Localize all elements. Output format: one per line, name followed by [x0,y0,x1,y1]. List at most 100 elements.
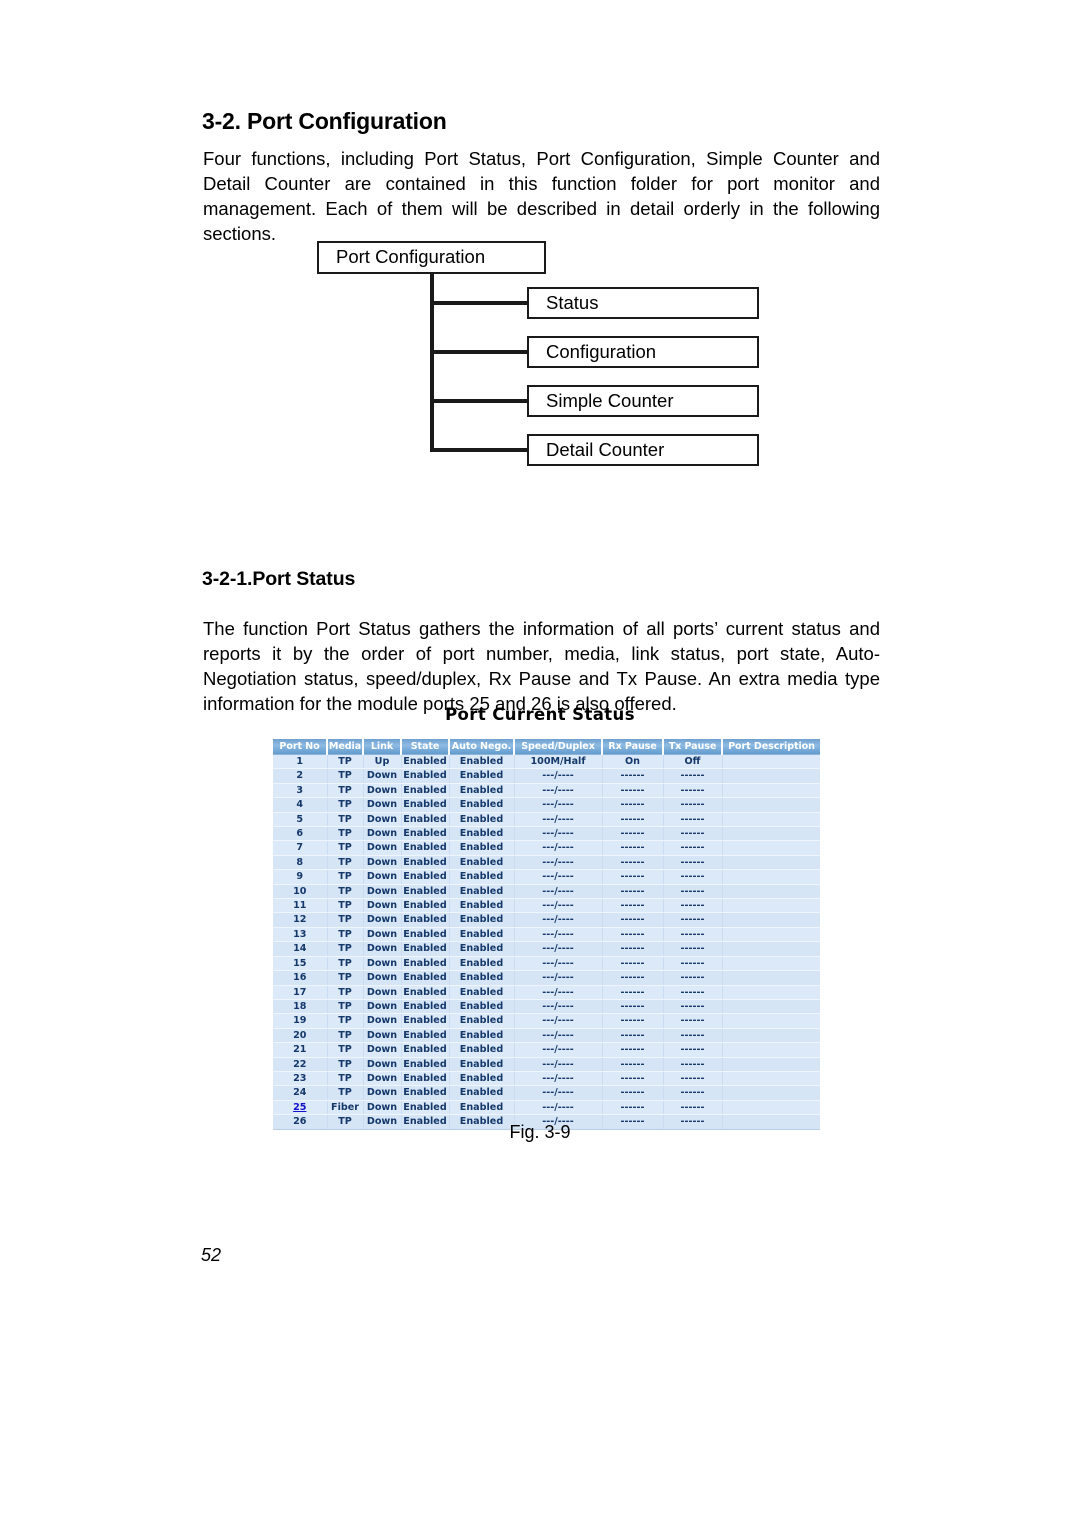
cell-link: Down [363,783,402,799]
table-row: 13 TP Down Enabled Enabled ---/---- ------ ----… [273,927,820,943]
cell-tx-pause: ------ [663,869,723,885]
cell-port-no: 15 [273,956,328,972]
table-row: 18 TP Down Enabled Enabled ---/---- ------ ----… [273,999,820,1015]
cell-state: Enabled [401,783,450,799]
cell-rx-pause: On [602,754,664,770]
cell-port-description [722,1013,820,1029]
cell-link: Up [363,754,402,770]
cell-link: Down [363,1071,402,1087]
column-header-speed-duplex[interactable]: Speed/Duplex [514,739,603,755]
cell-port-description [722,1071,820,1087]
cell-tx-pause: ------ [663,1100,723,1116]
column-header-state[interactable]: State [401,739,450,755]
cell-tx-pause: ------ [663,855,723,871]
cell-port-no: 7 [273,840,328,856]
cell-link: Down [363,1042,402,1058]
cell-rx-pause: ------ [602,840,664,856]
cell-link: Down [363,999,402,1015]
cell-port-no: 19 [273,1013,328,1029]
cell-media: TP [327,1057,364,1072]
cell-speed-duplex: ---/---- [514,855,603,871]
cell-port-no: 21 [273,1042,328,1058]
tree-node-label: Port Configuration [336,246,486,268]
cell-rx-pause: ------ [602,1085,664,1101]
cell-port-description [722,999,820,1015]
cell-port-no: 23 [273,1071,328,1087]
table-row: 25 Fiber Down Enabled Enabled ---/---- ------ -… [273,1100,820,1116]
cell-port-no: 8 [273,855,328,871]
cell-state: Enabled [401,927,450,943]
column-header-port-no[interactable]: Port No [273,739,328,755]
cell-auto-nego: Enabled [449,884,515,900]
cell-tx-pause: ------ [663,970,723,986]
column-header-media[interactable]: Media [327,739,364,755]
tree-node-simple-counter: Simple Counter [527,385,759,417]
cell-rx-pause: ------ [602,1042,664,1058]
cell-rx-pause: ------ [602,826,664,842]
cell-state: Enabled [401,1057,450,1072]
cell-speed-duplex: ---/---- [514,1100,603,1116]
table-row: 22 TP Down Enabled Enabled ---/---- ------ ----… [273,1057,820,1072]
cell-port-no: 3 [273,783,328,799]
column-header-port-description[interactable]: Port Description [722,739,820,755]
cell-link: Down [363,869,402,885]
column-header-rx-pause[interactable]: Rx Pause [602,739,664,755]
cell-port-description [722,956,820,972]
cell-tx-pause: ------ [663,999,723,1015]
cell-tx-pause: ------ [663,1057,723,1072]
column-header-auto-nego[interactable]: Auto Nego. [449,739,515,755]
column-header-tx-pause[interactable]: Tx Pause [663,739,723,755]
cell-port-no: 13 [273,927,328,943]
cell-state: Enabled [401,985,450,1000]
cell-rx-pause: ------ [602,855,664,871]
section-heading: 3-2. Port Configuration [202,108,447,134]
cell-tx-pause: ------ [663,768,723,784]
cell-port-description [722,1042,820,1058]
cell-link: Down [363,956,402,972]
cell-rx-pause: ------ [602,1071,664,1087]
cell-rx-pause: ------ [602,1013,664,1029]
cell-port-no: 24 [273,1085,328,1101]
cell-link: Down [363,912,402,928]
cell-tx-pause: ------ [663,797,723,813]
cell-auto-nego: Enabled [449,898,515,914]
cell-port-no: 20 [273,1028,328,1044]
tree-node-label: Configuration [546,340,657,362]
cell-port-description [722,768,820,784]
intro-paragraph: Four functions, including Port Status, P… [203,148,880,244]
cell-state: Enabled [401,1100,450,1116]
port-detail-link[interactable]: 25 [293,1102,306,1113]
cell-state: Enabled [401,812,450,828]
cell-rx-pause: ------ [602,797,664,813]
cell-link: Down [363,1100,402,1116]
cell-tx-pause: ------ [663,941,723,957]
cell-rx-pause: ------ [602,999,664,1015]
cell-port-no[interactable]: 25 [273,1100,328,1116]
cell-port-no: 18 [273,999,328,1015]
table-row: 7 TP Down Enabled Enabled ---/---- ------ -----… [273,840,820,856]
cell-speed-duplex: ---/---- [514,797,603,813]
column-header-link[interactable]: Link [363,739,402,755]
cell-speed-duplex: ---/---- [514,840,603,856]
cell-port-description [722,826,820,842]
cell-auto-nego: Enabled [449,956,515,972]
cell-speed-duplex: ---/---- [514,999,603,1015]
cell-rx-pause: ------ [602,956,664,972]
cell-port-description [722,898,820,914]
cell-port-description [722,927,820,943]
table-row: 6 TP Down Enabled Enabled ---/---- ------ -----… [273,826,820,842]
cell-speed-duplex: ---/---- [514,912,603,928]
document-page: 3-2. Port Configuration Four functions, … [0,0,1080,1528]
table-row: 8 TP Down Enabled Enabled ---/---- ------ -----… [273,855,820,871]
cell-speed-duplex: ---/---- [514,956,603,972]
cell-media: Fiber [327,1100,364,1116]
cell-state: Enabled [401,768,450,784]
table-row: 3 TP Down Enabled Enabled ---/---- ------ -----… [273,783,820,799]
cell-media: TP [327,1042,364,1058]
cell-state: Enabled [401,999,450,1015]
table-row: 17 TP Down Enabled Enabled ---/---- ------ ----… [273,985,820,1000]
cell-port-no: 9 [273,869,328,885]
port-configuration-tree-diagram: Port Configuration Status Configuration … [300,235,800,480]
cell-rx-pause: ------ [602,1057,664,1072]
cell-port-no: 11 [273,898,328,914]
